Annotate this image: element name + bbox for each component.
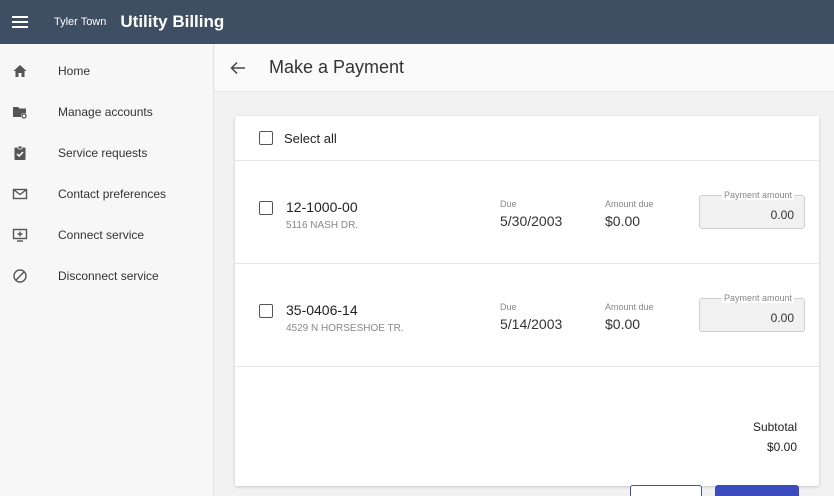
amount-due-label: Amount due [605,199,654,209]
account-address: 4529 N HORSESHOE TR. [286,323,404,334]
sidebar-item-manage-accounts[interactable]: Manage accounts [0,91,213,132]
hamburger-menu-icon[interactable] [0,0,40,44]
subtotal-label: Subtotal [752,420,797,434]
due-label: Due [500,302,517,312]
sidebar-item-contact-preferences[interactable]: Contact preferences [0,173,213,214]
sidebar-item-home[interactable]: Home [0,50,213,91]
clipboard-check-icon [2,145,38,161]
home-icon [2,63,38,79]
page-title: Make a Payment [269,57,405,77]
sidebar-item-label: Home [58,63,91,78]
select-all-checkbox[interactable] [259,131,273,145]
top-app-bar: Tyler Town Utility Billing [0,0,834,44]
envelope-icon [2,186,38,202]
due-date: 5/30/2003 [500,213,563,229]
continue-button[interactable]: Continue [715,485,799,496]
sidebar-item-service-requests[interactable]: Service requests [0,132,213,173]
payment-amount-label: Payment amount [721,190,794,200]
sidebar-item-label: Connect service [58,227,145,242]
payment-amount-value: 0.00 [770,311,794,325]
monitor-plus-icon [2,227,38,243]
sidebar-item-label: Contact preferences [58,186,167,201]
select-all-row: Select all [235,116,819,161]
page-header: Make a Payment [215,44,834,92]
amount-due-value: $0.00 [605,213,641,229]
due-date: 5/14/2003 [500,316,563,332]
payment-amount-value: 0.00 [770,208,794,222]
payment-amount-field[interactable]: Payment amount 0.00 [699,190,805,229]
payment-card: Select all 12-1000-00 5116 NASH DR. Due … [235,116,819,496]
cancel-button[interactable]: Cancel [630,485,702,496]
town-name: Tyler Town [54,16,107,28]
back-arrow-icon[interactable] [227,57,249,79]
folder-gear-icon [2,104,38,120]
account-number: 35-0406-14 [286,302,358,318]
sidebar-item-label: Manage accounts [58,104,153,119]
amount-due-label: Amount due [605,302,654,312]
app-title: Utility Billing [120,12,225,31]
subtotal-value: $0.00 [766,440,797,454]
sidebar-item-disconnect-service[interactable]: Disconnect service [0,255,213,296]
account-address: 5116 NASH DR. [286,220,359,231]
amount-due-value: $0.00 [605,316,641,332]
payment-amount-label: Payment amount [721,293,794,303]
sidebar-item-label: Disconnect service [58,268,159,283]
account-row: 12-1000-00 5116 NASH DR. Due 5/30/2003 A… [235,161,819,264]
block-icon [2,268,38,284]
main-content: Make a Payment Select all 12-1000-00 511… [215,44,834,496]
due-label: Due [500,199,517,209]
account-checkbox[interactable] [259,201,273,215]
sidebar-nav: Home Manage accounts Service requests Co… [0,44,214,496]
select-all-label: Select all [284,130,337,146]
account-row: 35-0406-14 4529 N HORSESHOE TR. Due 5/14… [235,264,819,367]
account-number: 12-1000-00 [286,199,358,215]
sidebar-item-label: Service requests [58,145,148,160]
account-checkbox[interactable] [259,304,273,318]
sidebar-item-connect-service[interactable]: Connect service [0,214,213,255]
payment-amount-field[interactable]: Payment amount 0.00 [699,293,805,332]
